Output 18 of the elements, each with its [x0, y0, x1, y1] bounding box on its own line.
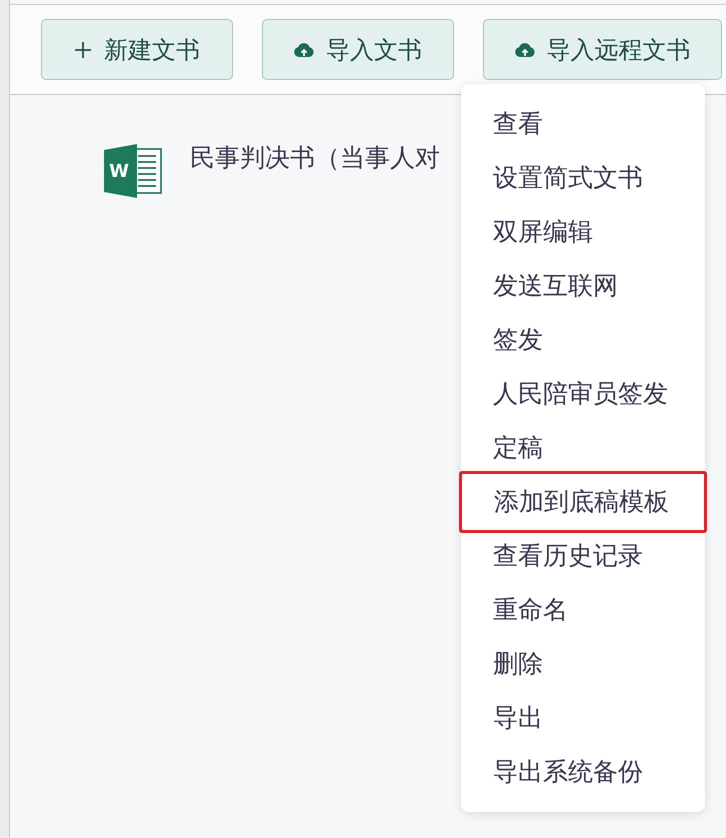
menu-item[interactable]: 删除 — [461, 637, 705, 691]
menu-item[interactable]: 发送互联网 — [461, 259, 705, 313]
cloud-upload-icon — [294, 42, 314, 57]
cloud-upload-icon — [514, 42, 534, 57]
menu-item[interactable]: 重命名 — [461, 583, 705, 637]
menu-item[interactable]: 签发 — [461, 313, 705, 367]
document-name[interactable]: 民事判决书（当事人对 — [190, 139, 440, 177]
plus-icon — [74, 40, 92, 58]
toolbar-button[interactable]: 导入文书 — [262, 19, 454, 80]
menu-item[interactable]: 双屏编辑 — [461, 205, 705, 259]
menu-item[interactable]: 设置简式文书 — [461, 151, 705, 205]
menu-item[interactable]: 导出系统备份 — [461, 745, 705, 799]
menu-item[interactable]: 查看 — [461, 97, 705, 151]
menu-item[interactable]: 添加到底稿模板 — [459, 471, 707, 533]
toolbar-button[interactable]: 导入远程文书 — [483, 19, 722, 80]
menu-item[interactable]: 人民陪审员签发 — [461, 367, 705, 421]
toolbar-button[interactable]: 新建文书 — [41, 19, 233, 80]
menu-item[interactable]: 导出 — [461, 691, 705, 745]
